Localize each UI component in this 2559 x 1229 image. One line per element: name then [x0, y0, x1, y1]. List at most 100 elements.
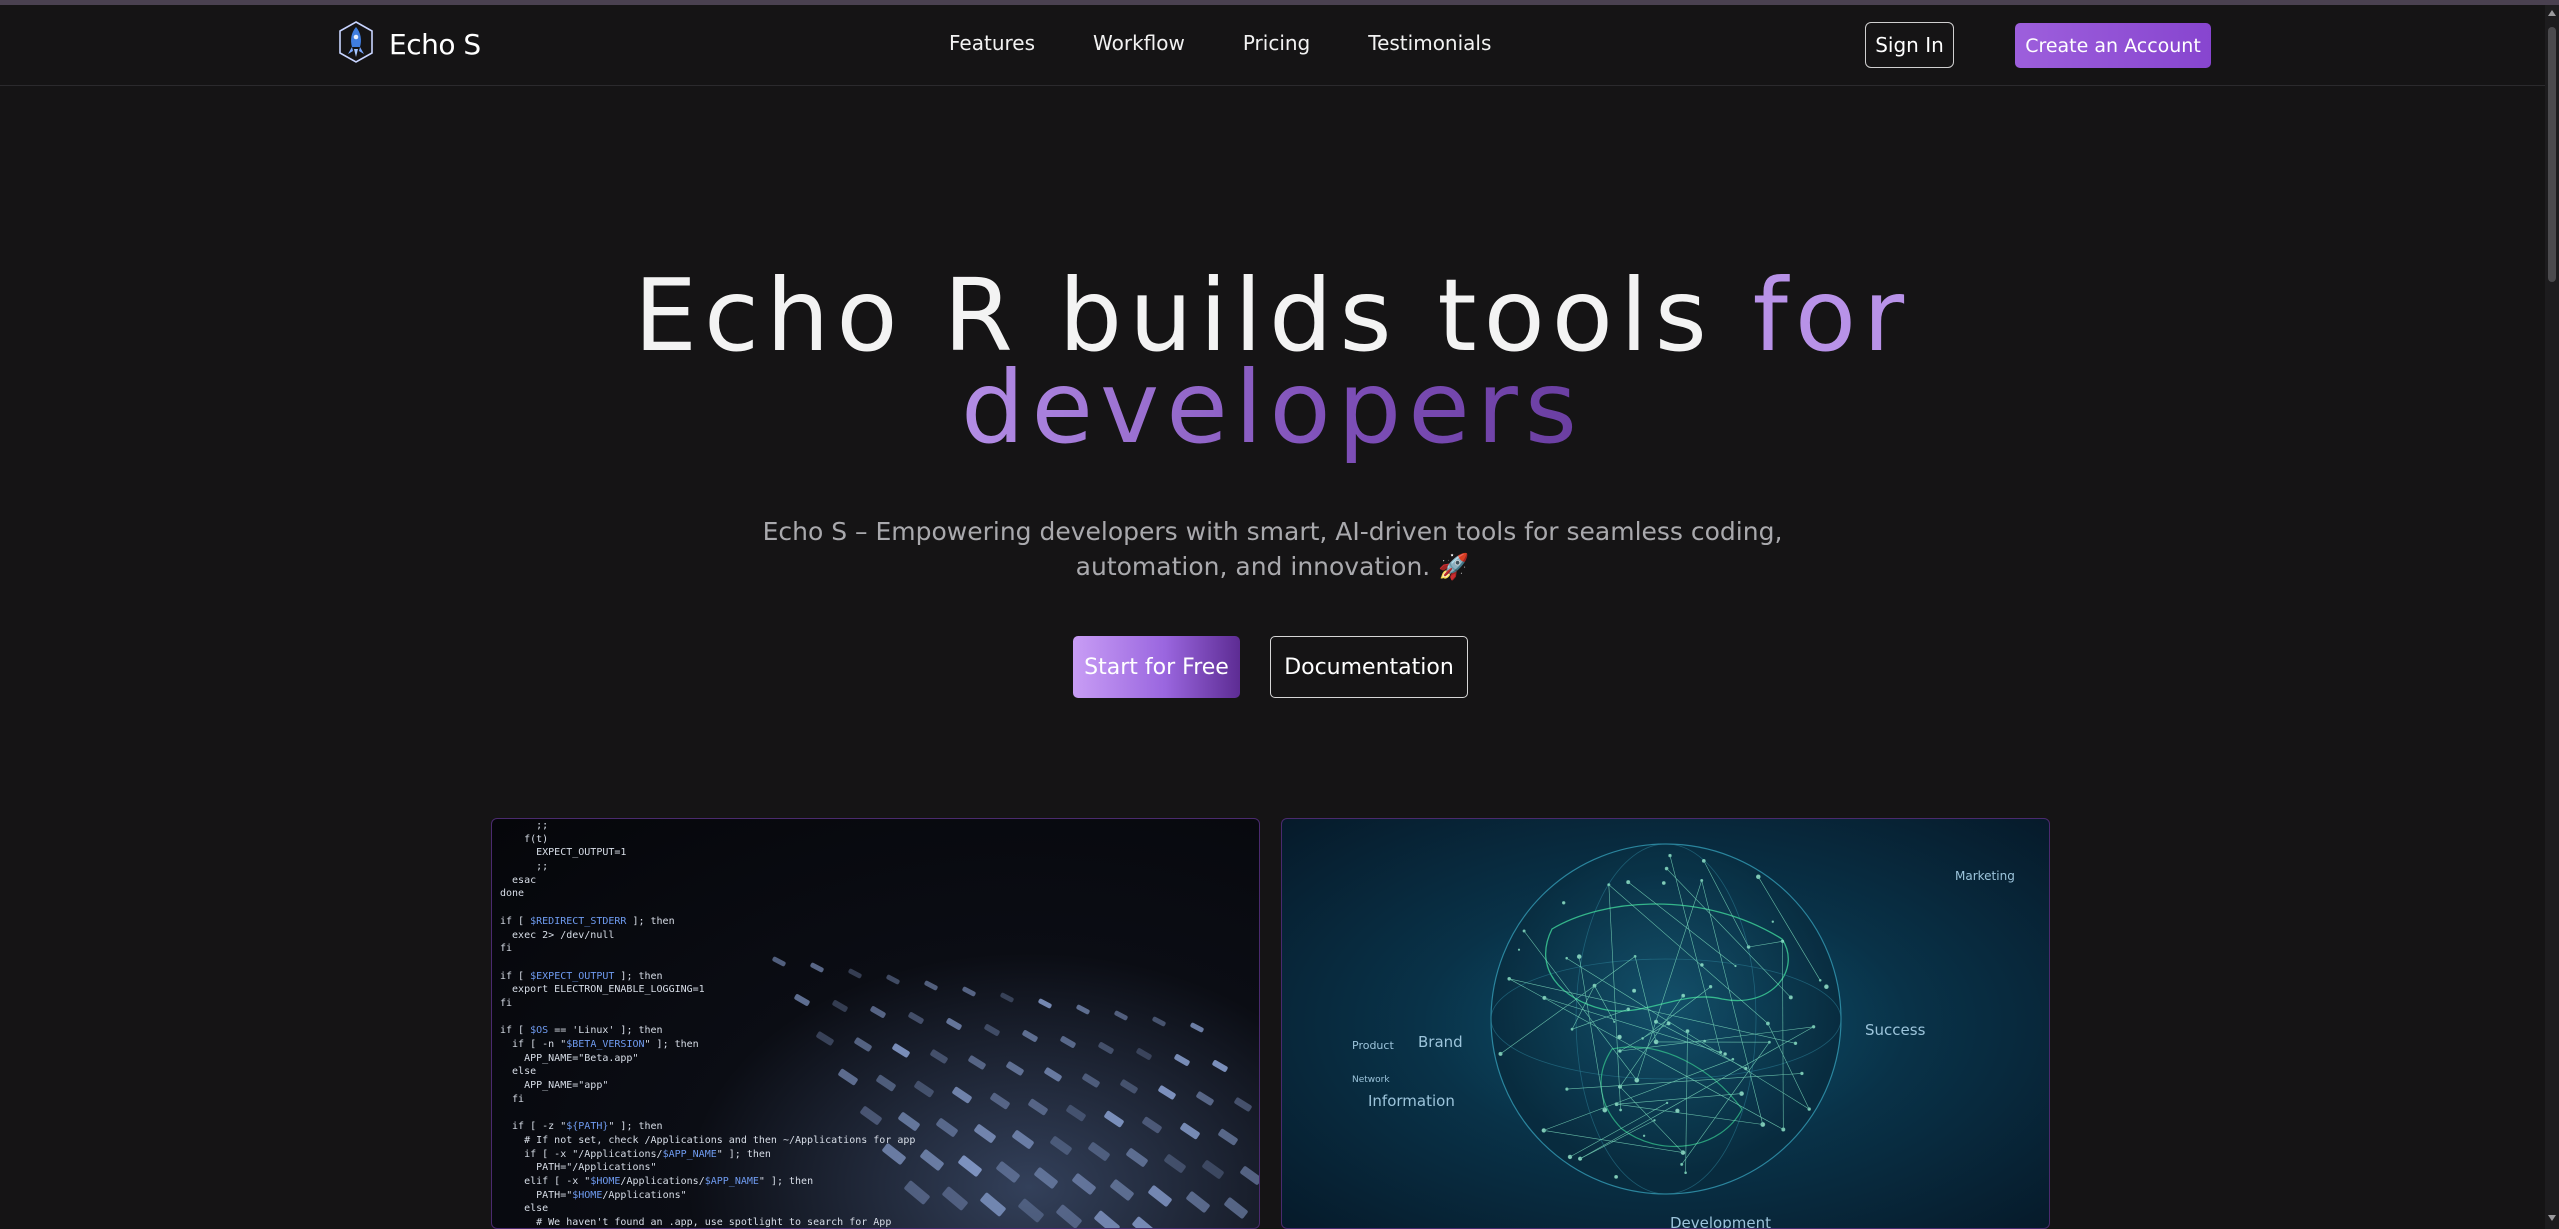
keyboard-key	[967, 1054, 987, 1071]
code-line: APP_NAME="Beta.app"	[500, 1052, 639, 1064]
keyboard-key	[1027, 1098, 1049, 1116]
code-line: elif [ -x "$HOME/Applications/$APP_NAME"…	[500, 1175, 814, 1187]
globe-label-success: Success	[1865, 1021, 1926, 1039]
keyboard-key	[1179, 1122, 1201, 1140]
network-node	[1567, 1154, 1573, 1160]
code-line: if [ -x "/Applications/$APP_NAME" ]; the…	[500, 1148, 771, 1160]
keyboard-key	[1135, 1047, 1153, 1061]
scroll-up-arrow-icon[interactable]	[2548, 10, 2556, 16]
keyboard-key	[1119, 1078, 1139, 1095]
keyboard-key	[961, 986, 977, 997]
sign-in-button[interactable]: Sign In	[1865, 22, 1954, 68]
keyboard-key	[1021, 1029, 1039, 1043]
network-node	[1700, 963, 1704, 967]
keyboard-key	[1087, 1141, 1111, 1162]
keyboard-key	[1131, 1215, 1159, 1228]
keyboard-key	[973, 1123, 997, 1144]
keyboard-key	[1217, 1128, 1239, 1146]
keyboard-key	[1103, 1110, 1125, 1128]
network-node	[1562, 901, 1566, 905]
create-account-button[interactable]: Create an Account	[2015, 23, 2211, 68]
network-node	[1771, 920, 1774, 923]
keyboard-key	[1233, 1096, 1253, 1113]
keyboard-key	[1017, 1197, 1045, 1224]
nav-link-workflow[interactable]: Workflow	[1093, 31, 1185, 55]
keyboard-key	[1239, 1165, 1259, 1186]
keyboard-key	[999, 992, 1015, 1003]
code-keyboard-image: ;; f(t) EXPECT_OUTPUT=1 ;; esac done if [ …	[491, 818, 1260, 1229]
brand-name: Echo S	[389, 27, 481, 61]
network-node	[1617, 1034, 1622, 1040]
code-line: if [ -z "${PATH}" ]; then	[500, 1121, 663, 1133]
brand[interactable]: Echo S	[337, 19, 481, 69]
keyboard-key	[1055, 1203, 1083, 1228]
keyboard-key	[1037, 998, 1053, 1009]
keyboard-key	[1011, 1129, 1035, 1150]
keyboard-key	[941, 1185, 969, 1212]
keyboard-key	[1113, 1010, 1129, 1021]
keyboard-key	[1093, 1209, 1121, 1228]
keyboard-key	[1211, 1059, 1229, 1073]
keyboard-key	[1223, 1196, 1249, 1220]
globe-label-marketing: Marketing	[1955, 869, 2015, 883]
keyboard-key	[1059, 1035, 1077, 1049]
start-for-free-button[interactable]: Start for Free	[1073, 636, 1240, 698]
keyboard-key	[1109, 1178, 1135, 1202]
code-line: EXPECT_OUTPUT=1	[500, 847, 627, 859]
code-line: esac	[500, 874, 537, 886]
page-scrollbar[interactable]	[2545, 5, 2559, 1229]
nav-link-pricing[interactable]: Pricing	[1243, 31, 1310, 55]
keyboard-key	[1201, 1159, 1225, 1180]
code-line: if [ -n "$BETA_VERSION" ]; then	[500, 1039, 699, 1050]
keyboard-key	[1163, 1153, 1187, 1174]
nav-link-testimonials[interactable]: Testimonials	[1368, 31, 1491, 55]
code-line: if [ $OS == 'Linux' ]; then	[500, 1025, 663, 1037]
keyboard-key	[1075, 1004, 1091, 1015]
top-navbar: Echo S Features Workflow Pricing Testimo…	[0, 5, 2545, 86]
keyboard-key	[1081, 1072, 1101, 1089]
hero-title-accent-developers: developers	[961, 349, 1584, 466]
nav-link-features[interactable]: Features	[949, 31, 1035, 55]
keyboard-key	[1189, 1022, 1205, 1033]
documentation-button[interactable]: Documentation	[1270, 636, 1468, 698]
scroll-down-arrow-icon[interactable]	[2548, 1215, 2556, 1221]
keyboard-key	[1049, 1135, 1073, 1156]
network-node	[1632, 988, 1637, 993]
network-node	[1542, 995, 1547, 1000]
network-node	[1592, 983, 1597, 988]
code-line: done	[500, 888, 525, 900]
hero-title-accent-for: for	[1752, 257, 1912, 374]
keyboard-key	[995, 1160, 1021, 1184]
hero-subtitle: Echo S – Empowering developers with smar…	[762, 517, 1783, 581]
code-snippet: ;; f(t) EXPECT_OUTPUT=1 ;; esac done if [ …	[500, 819, 916, 1228]
globe-label-information: Information	[1368, 1092, 1455, 1110]
scroll-thumb[interactable]	[2548, 27, 2556, 282]
network-node	[1626, 1007, 1630, 1011]
code-line: ;;	[500, 861, 549, 873]
keyboard-key	[1141, 1116, 1163, 1134]
nav-links: Features Workflow Pricing Testimonials	[949, 31, 1491, 55]
globe-label-network: Network	[1352, 1075, 1390, 1085]
code-line: # If not set, check /Applications and th…	[500, 1134, 916, 1146]
keyboard-key	[979, 1191, 1007, 1218]
keyboard-key	[1151, 1016, 1167, 1027]
globe-network-image: Brand Product Information Success Market…	[1281, 818, 2050, 1229]
code-line: PATH="$HOME/Applications"	[500, 1189, 687, 1201]
keyboard-key	[1097, 1041, 1115, 1055]
keyboard-key	[1195, 1090, 1215, 1107]
globe-label-development: Development	[1670, 1214, 1771, 1229]
keyboard-key	[1173, 1053, 1191, 1067]
code-line: fi	[500, 1093, 525, 1105]
globe-label-product: Product	[1352, 1039, 1394, 1052]
network-node	[1723, 1052, 1727, 1056]
keyboard-key	[929, 1048, 949, 1065]
code-line: else	[500, 1203, 549, 1215]
code-line: ;;	[500, 820, 549, 831]
keyboard-key	[913, 1080, 935, 1098]
keyboard-key	[983, 1023, 1001, 1037]
code-line: if [ $REDIRECT_STDERR ]; then	[500, 915, 675, 927]
network-node	[1675, 1108, 1680, 1113]
